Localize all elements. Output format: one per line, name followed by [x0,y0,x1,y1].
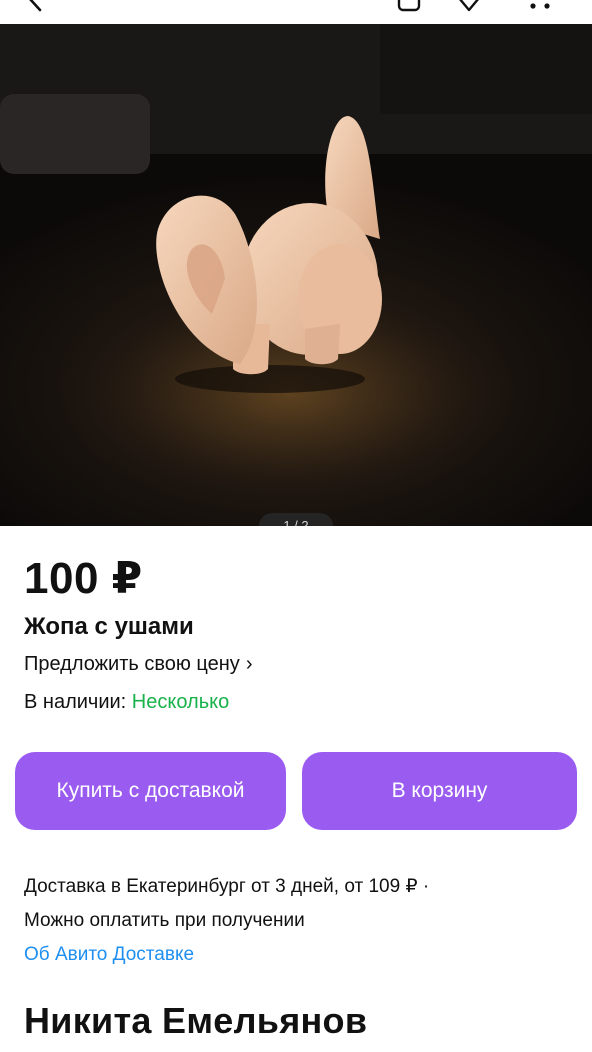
delivery-info: Доставка в Екатеринбург от 3 дней, от 10… [24,870,429,972]
add-to-cart-button[interactable]: В корзину [302,752,577,830]
photo-counter: 1 / 2 [259,513,333,526]
stock-label: В наличии: [24,691,127,713]
more-icon[interactable] [528,0,554,12]
buy-button-label: Купить с доставкой [56,779,245,802]
photo-gallery[interactable]: 1 / 2 [0,24,592,526]
offer-price-label: Предложить свою цену [24,653,240,675]
offer-price-link[interactable]: Предложить свою цену › [24,653,252,676]
payment-on-delivery-note: Можно оплатить при получении [24,910,305,931]
stock-value: Несколько [131,691,230,713]
chevron-right-icon: › [245,653,253,675]
product-title: Жопа с ушами [24,613,194,640]
product-price: 100 ₽ [24,554,143,603]
back-icon[interactable] [22,0,48,12]
bag-icon[interactable] [396,0,422,12]
delivery-line: Доставка в Екатеринбург от 3 дней, от 10… [24,876,430,897]
heart-icon[interactable] [456,0,482,12]
top-bar [0,0,592,24]
about-avito-delivery-link[interactable]: Об Авито Доставке [24,938,429,972]
seller-name[interactable]: Никита Емельянов [24,1000,367,1042]
buy-with-delivery-button[interactable]: Купить с доставкой [15,752,286,830]
stock-status: В наличии: Несколько [24,691,229,714]
product-photo [0,24,592,504]
cart-button-label: В корзину [391,779,488,802]
